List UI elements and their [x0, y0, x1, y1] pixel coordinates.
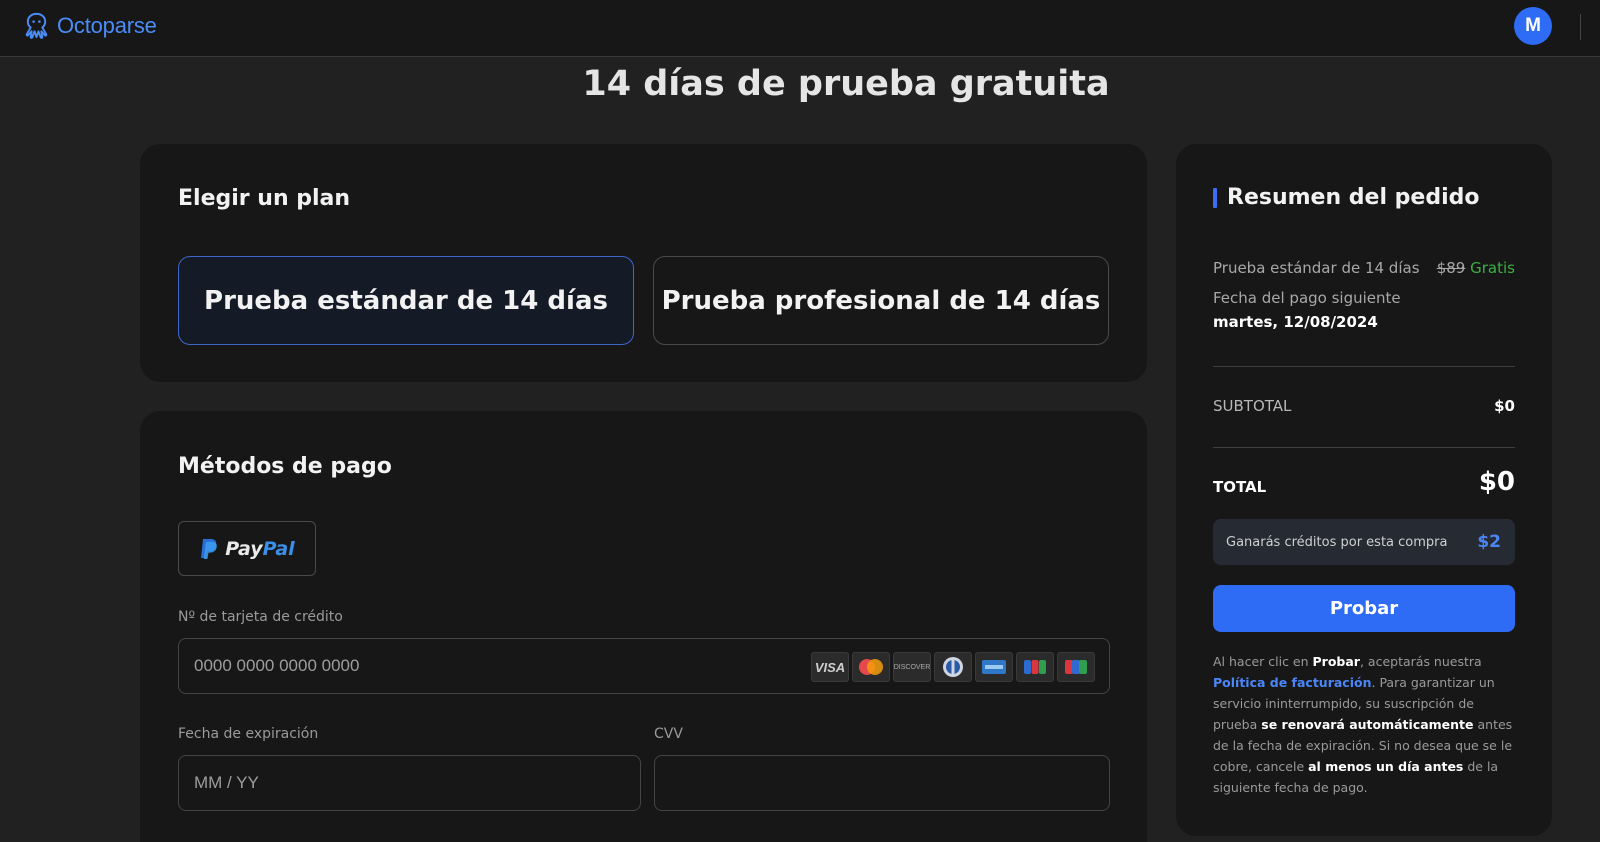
probar-button[interactable]: Probar [1213, 585, 1515, 632]
total-value: $0 [1478, 467, 1515, 497]
credits-amount: $2 [1477, 532, 1501, 552]
paypal-button[interactable]: PayPal [178, 521, 316, 576]
cvv-field[interactable] [654, 755, 1110, 811]
plan-card: Elegir un plan Prueba estándar de 14 día… [140, 144, 1147, 382]
legal-notice: Al hacer clic en Probar, aceptarás nuest… [1213, 654, 1513, 795]
plan-heading: Elegir un plan [178, 186, 351, 211]
diners-icon [934, 652, 972, 682]
credits-notice: Ganarás créditos por esta compra $2 [1213, 519, 1515, 565]
expiry-label: Fecha de expiración [178, 726, 319, 742]
plan-option-label: Prueba estándar de 14 días [204, 285, 608, 316]
cvv-input[interactable] [670, 773, 1109, 793]
discover-icon: DISCOVER [893, 652, 931, 682]
accent-bar [1213, 187, 1217, 208]
amex-icon [975, 652, 1013, 682]
free-label: Gratis [1470, 259, 1515, 277]
payment-card: Métodos de pago PayPal Nº de tarjeta de … [140, 411, 1147, 842]
summary-item-price: $89 Gratis [1437, 259, 1515, 277]
expiry-input[interactable] [194, 773, 640, 793]
payment-heading: Métodos de pago [178, 454, 392, 479]
summary-heading: Resumen del pedido [1213, 185, 1479, 210]
octopus-logo-icon [25, 12, 48, 39]
next-payment-date: martes, 12/08/2024 [1213, 313, 1378, 331]
paypal-wordmark: PayPal [225, 537, 295, 560]
card-brand-logos: VISA DISCOVER [811, 652, 1095, 682]
cvv-label: CVV [654, 726, 683, 742]
plan-option-standard[interactable]: Prueba estándar de 14 días [178, 256, 634, 345]
summary-item-name: Prueba estándar de 14 días [1213, 259, 1420, 277]
plan-option-label: Prueba profesional de 14 días [661, 285, 1101, 316]
summary-divider [1213, 366, 1515, 367]
page-title: 14 días de prueba gratuita [582, 64, 1110, 104]
brand-logo[interactable]: Octoparse [22, 11, 157, 40]
total-label: TOTAL [1213, 478, 1267, 496]
expiry-field[interactable] [178, 755, 641, 811]
topbar-divider [1580, 14, 1581, 40]
next-payment-label: Fecha del pago siguiente [1213, 289, 1401, 307]
top-bar: Octoparse M [0, 0, 1600, 57]
card-number-field[interactable]: VISA DISCOVER [178, 638, 1110, 694]
subtotal-label: SUBTOTAL [1213, 397, 1292, 415]
brand-name: Octoparse [57, 12, 157, 38]
mastercard-icon [852, 652, 890, 682]
summary-title: Resumen del pedido [1227, 185, 1480, 210]
old-price: $89 [1436, 259, 1466, 277]
unionpay-icon [1057, 652, 1095, 682]
user-avatar[interactable]: M [1514, 7, 1552, 45]
visa-icon: VISA [811, 652, 849, 682]
subtotal-value: $0 [1494, 397, 1515, 415]
summary-divider [1213, 447, 1515, 448]
credits-text: Ganarás créditos por esta compra [1226, 534, 1448, 550]
billing-policy-link[interactable]: Política de facturación [1213, 675, 1372, 690]
plan-option-professional[interactable]: Prueba profesional de 14 días [653, 256, 1109, 345]
card-number-label: Nº de tarjeta de crédito [178, 609, 343, 625]
jcb-icon [1016, 652, 1054, 682]
order-summary-card: Resumen del pedido Prueba estándar de 14… [1176, 144, 1552, 836]
paypal-icon [201, 538, 218, 559]
